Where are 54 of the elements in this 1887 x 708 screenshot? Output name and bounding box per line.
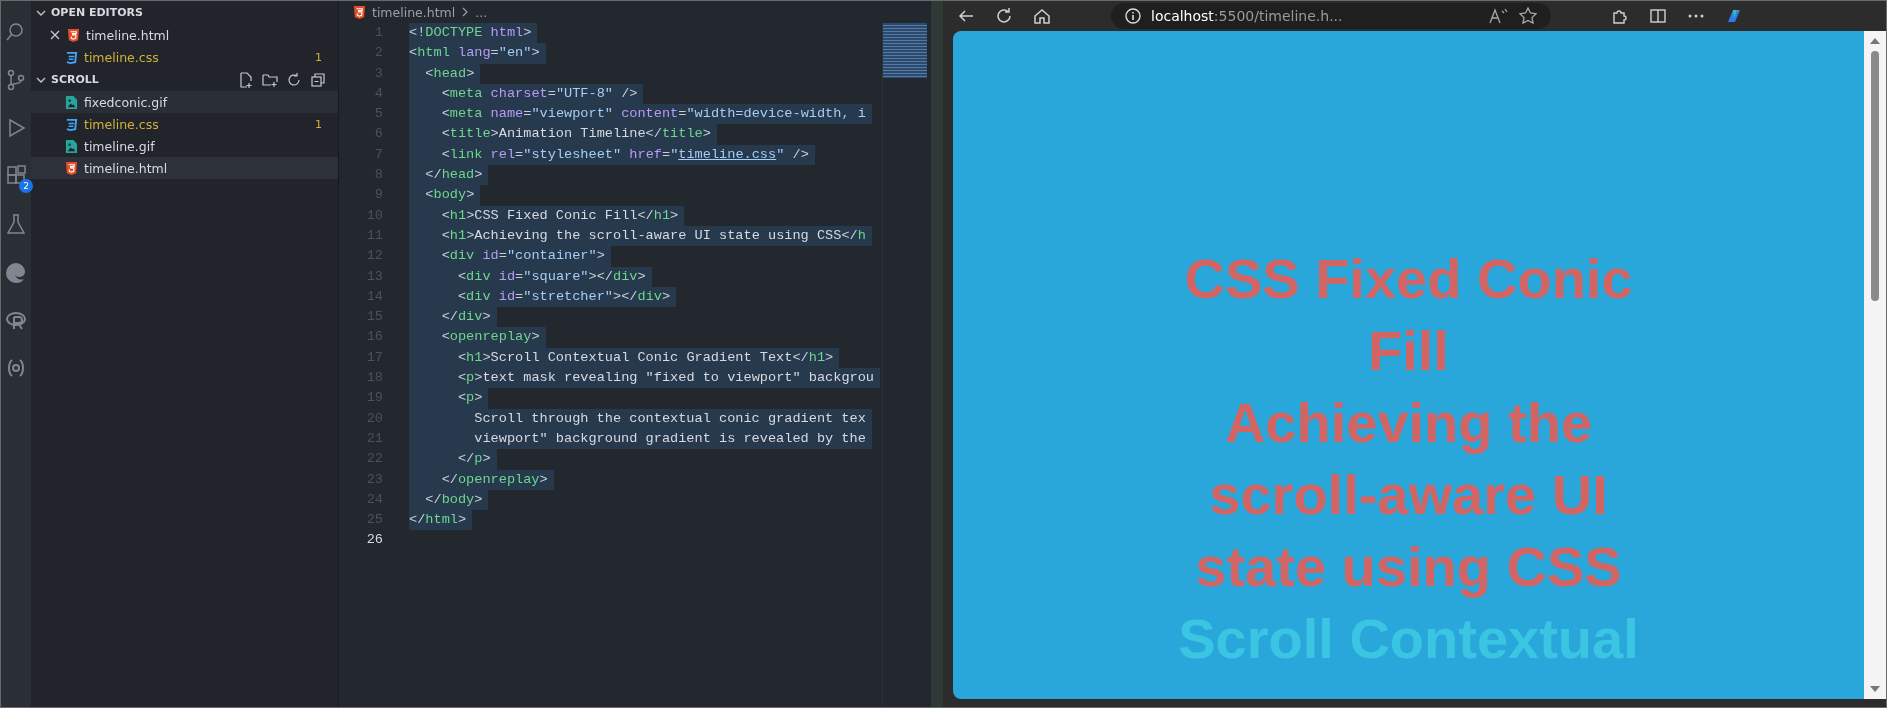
section-title[interactable]: OPEN EDITORS bbox=[51, 6, 338, 19]
extensions-icon[interactable] bbox=[5, 165, 27, 187]
file-row[interactable]: fixedconic.gif bbox=[31, 91, 338, 113]
file-name[interactable]: fixedconic.gif bbox=[84, 94, 322, 110]
scroll-down-icon[interactable] bbox=[1870, 685, 1880, 693]
address-bar[interactable]: localhost:5500/timeline.h... bbox=[1111, 3, 1551, 29]
page-heading: CSS Fixed Conic Fill bbox=[1183, 246, 1634, 384]
refresh-icon[interactable] bbox=[995, 7, 1013, 25]
file-row[interactable]: timeline.html bbox=[31, 157, 338, 179]
notification-badge: 2 bbox=[19, 179, 33, 193]
copilot-icon[interactable] bbox=[1725, 7, 1743, 25]
css-file-icon bbox=[65, 117, 78, 131]
info-icon[interactable] bbox=[1125, 8, 1141, 24]
browser-icon[interactable] bbox=[5, 261, 27, 283]
scrollbar-thumb[interactable] bbox=[1871, 51, 1879, 301]
source-control-icon[interactable] bbox=[5, 69, 27, 91]
breadcrumb-more[interactable]: ... bbox=[475, 4, 488, 20]
home-icon[interactable] bbox=[1033, 7, 1051, 25]
split-screen-icon[interactable] bbox=[1649, 7, 1667, 25]
scroll-up-icon[interactable] bbox=[1870, 37, 1880, 45]
html-file-icon bbox=[353, 5, 366, 19]
brackets-icon[interactable] bbox=[5, 357, 27, 379]
image-file-icon bbox=[65, 95, 78, 109]
line-number: 26 bbox=[365, 531, 384, 550]
read-aloud-icon[interactable] bbox=[1489, 8, 1509, 24]
file-name[interactable]: timeline.css bbox=[84, 116, 309, 132]
new-folder-icon[interactable] bbox=[262, 71, 278, 88]
problem-count: 1 bbox=[315, 50, 322, 64]
css-file-icon bbox=[65, 50, 78, 64]
file-name[interactable]: timeline.css bbox=[84, 49, 309, 65]
testing-icon[interactable] bbox=[5, 213, 27, 235]
problem-count: 1 bbox=[315, 117, 322, 131]
puzzle-icon[interactable] bbox=[1611, 7, 1629, 25]
file-row[interactable]: timeline.gif bbox=[31, 135, 338, 157]
chevron-right-icon bbox=[461, 7, 470, 17]
breadcrumb-file[interactable]: timeline.html bbox=[372, 4, 456, 20]
close-icon[interactable] bbox=[49, 29, 61, 41]
star-icon[interactable] bbox=[1519, 7, 1537, 25]
collapse-all-icon[interactable] bbox=[310, 71, 326, 88]
file-name[interactable]: timeline.gif bbox=[84, 138, 322, 154]
open-editor-row[interactable]: timeline.html bbox=[31, 24, 338, 46]
html-file-icon bbox=[65, 161, 78, 175]
file-row[interactable]: timeline.css 1 bbox=[31, 113, 338, 135]
refresh-icon[interactable] bbox=[286, 71, 302, 88]
new-file-icon[interactable] bbox=[238, 71, 254, 88]
file-name[interactable]: timeline.html bbox=[84, 160, 322, 176]
image-file-icon bbox=[65, 139, 78, 153]
section-title[interactable]: SCROLL bbox=[51, 73, 234, 86]
r-icon[interactable] bbox=[5, 309, 27, 331]
scrollbar-track[interactable] bbox=[1864, 31, 1886, 699]
page-heading: Achieving the scroll-aware UI state using CSS bbox=[1194, 390, 1623, 600]
open-editor-row[interactable]: timeline.css 1 bbox=[31, 46, 338, 68]
html-file-icon bbox=[67, 28, 80, 42]
file-name[interactable]: timeline.html bbox=[86, 27, 322, 43]
